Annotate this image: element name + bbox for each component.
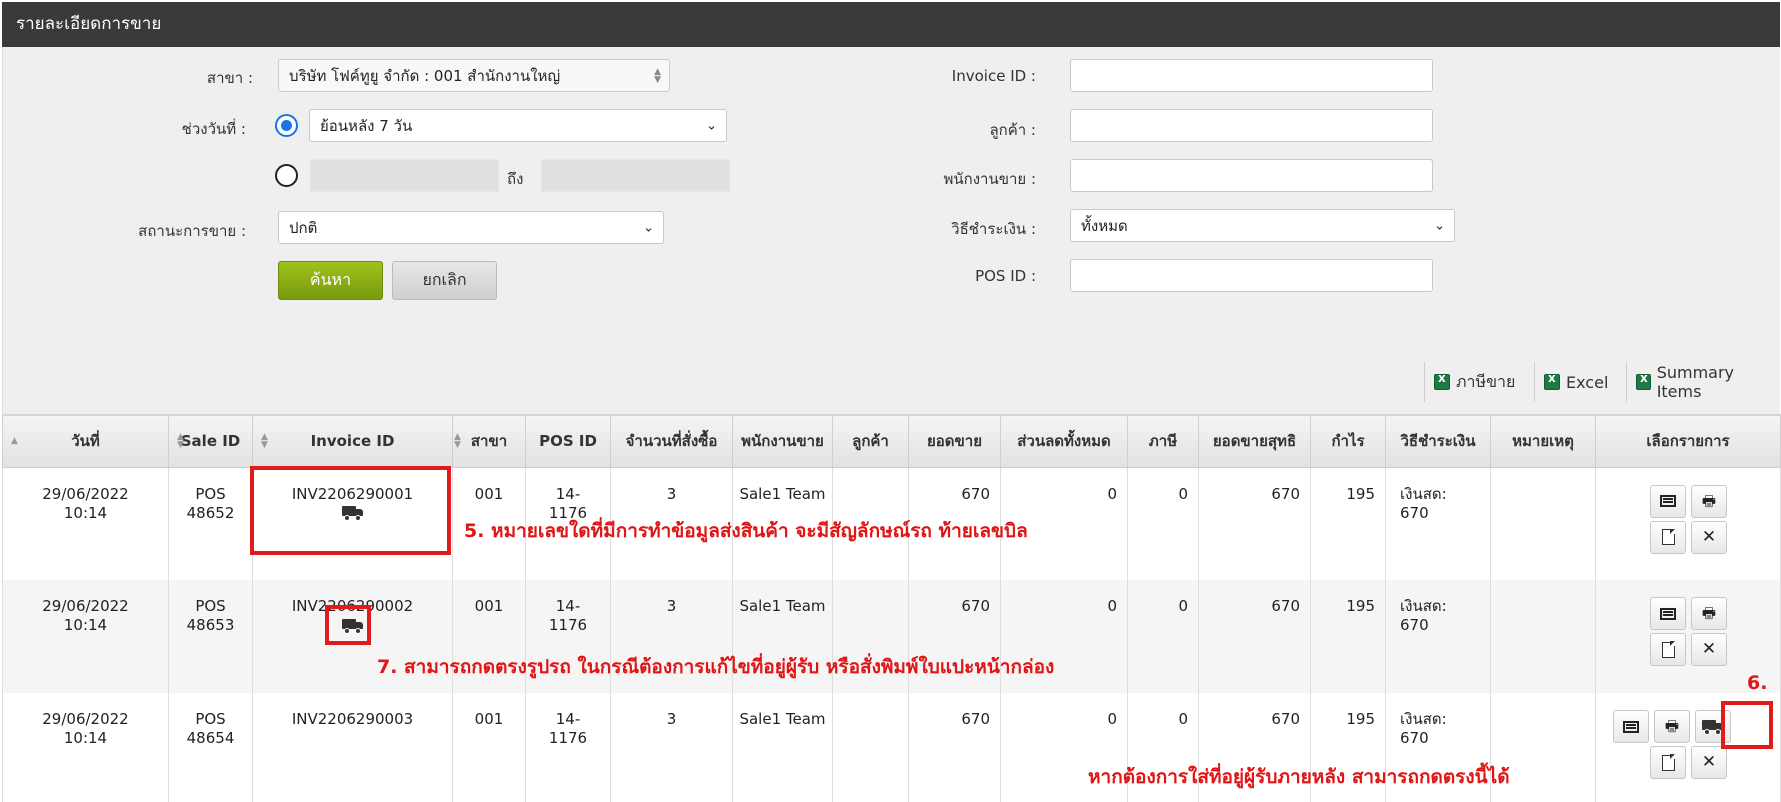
print-icon: 🖶	[1701, 604, 1717, 622]
col-actions: เลือกรายการ	[1595, 414, 1781, 468]
summary-items-export[interactable]: Summary Items	[1626, 362, 1781, 402]
invoice-link[interactable]: INV2206290003	[292, 710, 413, 728]
print-button[interactable]: 🖶	[1691, 597, 1727, 630]
branch-value: บริษัท โฟค์ทูยู จำกัด : 001 สำนักงานใหญ่	[289, 66, 561, 85]
delete-button[interactable]: ✕	[1691, 746, 1727, 779]
sort-icon: ▲	[11, 436, 18, 447]
date-custom-radio[interactable]	[275, 164, 298, 187]
excel-icon	[1544, 371, 1560, 390]
col-profit: กำไร	[1310, 414, 1386, 468]
date-preset-value: ย้อนหลัง 7 วัน	[320, 116, 413, 135]
list-icon	[1660, 495, 1676, 507]
date-to-label: ถึง	[507, 170, 524, 188]
table-row: 29/06/2022 10:14 POS 48654 INV2206290003 0…	[2, 693, 1781, 802]
date-preset-select[interactable]: ย้อนหลัง 7 วัน ⌄	[309, 109, 727, 142]
col-payment: วิธีชำระเงิน	[1385, 414, 1491, 468]
filter-panel: สาขา : บริษัท โฟค์ทูยู จำกัด : 001 สำนัก…	[2, 47, 1780, 414]
delete-button[interactable]: ✕	[1691, 633, 1727, 666]
document-icon	[1661, 754, 1675, 771]
salesperson-label: พนักงานขาย :	[943, 170, 1036, 188]
document-button[interactable]	[1650, 746, 1686, 779]
sale-status-value: ปกติ	[289, 218, 318, 237]
document-icon	[1661, 641, 1675, 658]
chevron-down-icon: ⌄	[706, 118, 717, 133]
col-note: หมายเหตุ	[1490, 414, 1596, 468]
customer-input[interactable]	[1070, 109, 1433, 142]
sale-status-select[interactable]: ปกติ ⌄	[278, 211, 664, 244]
chevron-down-icon: ⌄	[643, 220, 654, 235]
cancel-button[interactable]: ยกเลิก	[392, 261, 497, 300]
excel-icon	[1434, 371, 1450, 390]
window-title: รายละเอียดการขาย	[2, 2, 1780, 47]
annotation-note-6-number: 6.	[1747, 672, 1768, 694]
row-actions: 🖶 ✕	[1596, 484, 1780, 565]
highlight-invoice-box	[250, 466, 451, 555]
col-customer: ลูกค้า	[832, 414, 909, 468]
chevron-down-icon: ⌄	[1434, 218, 1445, 233]
row-actions: 🖶 ✕	[1596, 597, 1780, 677]
col-sales: ยอดขาย	[908, 414, 1001, 468]
col-branch[interactable]: ▲ ▼ สาขา	[452, 414, 526, 468]
invoice-input[interactable]	[1070, 59, 1433, 92]
annotation-note-5: 5. หมายเลขใดที่มีการทำข้อมูลส่งสินค้า จะ…	[464, 520, 1028, 542]
document-button[interactable]	[1650, 633, 1686, 666]
branch-label: สาขา :	[206, 69, 253, 87]
sort-icon: ▲ ▼	[654, 66, 661, 85]
list-icon	[1623, 720, 1639, 733]
col-discount: ส่วนลดทั้งหมด	[1000, 414, 1128, 468]
close-icon: ✕	[1701, 526, 1717, 547]
sort-icon: ▲ ▼	[261, 432, 268, 451]
highlight-truck-icon-box	[325, 605, 371, 645]
col-date[interactable]: ▲ วันที่	[2, 414, 169, 468]
payment-value: ทั้งหมด	[1081, 216, 1128, 235]
date-from-input[interactable]	[310, 159, 499, 192]
annotation-note-6: หากต้องการใส่ที่อยู่ผู้รับภายหลัง สามารถ…	[1088, 766, 1510, 788]
customer-label: ลูกค้า :	[989, 121, 1036, 139]
close-icon: ✕	[1701, 752, 1717, 772]
col-net: ยอดขายสุทธิ	[1198, 414, 1311, 468]
list-icon	[1660, 607, 1676, 620]
date-preset-radio[interactable]	[275, 114, 298, 137]
pos-input[interactable]	[1070, 259, 1433, 292]
excel-icon	[1636, 371, 1651, 390]
print-button[interactable]: 🖶	[1691, 484, 1727, 518]
print-button[interactable]: 🖶	[1654, 710, 1690, 743]
date-to-input[interactable]	[541, 159, 730, 192]
sale-status-label: สถานะการขาย :	[138, 222, 246, 240]
col-salesperson: พนักงานขาย	[732, 414, 833, 468]
salesperson-input[interactable]	[1070, 159, 1433, 192]
tax-sale-export[interactable]: ภาษีขาย	[1424, 362, 1524, 402]
payment-label: วิธีชำระเงิน :	[951, 220, 1036, 238]
col-pos-id: POS ID	[525, 414, 611, 468]
pos-label: POS ID :	[975, 267, 1036, 285]
highlight-shipping-button-box	[1721, 701, 1773, 749]
table-header-row: ▲ วันที่ ▲ ▼ Sale ID ▲ ▼ Invoice ID ▲ ▼ สาขา PO…	[2, 414, 1781, 468]
document-button[interactable]	[1650, 520, 1686, 554]
col-qty: จำนวนที่สั่งซื้อ	[610, 414, 733, 468]
col-invoice-id[interactable]: ▲ ▼ Invoice ID	[252, 414, 453, 468]
print-icon: 🖶	[1664, 717, 1680, 735]
date-range-label: ช่วงวันที่ :	[181, 120, 246, 138]
search-button[interactable]: ค้นหา	[278, 261, 383, 300]
sort-icon: ▲ ▼	[177, 432, 184, 451]
close-icon: ✕	[1701, 639, 1717, 659]
col-sale-id[interactable]: ▲ ▼ Sale ID	[168, 414, 253, 468]
detail-button[interactable]	[1650, 597, 1686, 630]
sort-icon: ▲ ▼	[454, 432, 461, 451]
invoice-label: Invoice ID :	[951, 67, 1036, 85]
excel-export[interactable]: Excel	[1534, 362, 1617, 402]
delete-button[interactable]: ✕	[1691, 520, 1727, 554]
annotation-note-7: 7. สามารถกดตรงรูปรถ ในกรณีต้องการแก้ไขที…	[377, 656, 1055, 678]
col-tax: ภาษี	[1127, 414, 1199, 468]
document-icon	[1661, 528, 1675, 545]
detail-button[interactable]	[1650, 484, 1686, 518]
print-icon: 🖶	[1701, 491, 1717, 510]
branch-select[interactable]: บริษัท โฟค์ทูยู จำกัด : 001 สำนักงานใหญ่…	[278, 59, 670, 92]
detail-button[interactable]	[1613, 710, 1649, 743]
payment-select[interactable]: ทั้งหมด ⌄	[1070, 209, 1455, 242]
